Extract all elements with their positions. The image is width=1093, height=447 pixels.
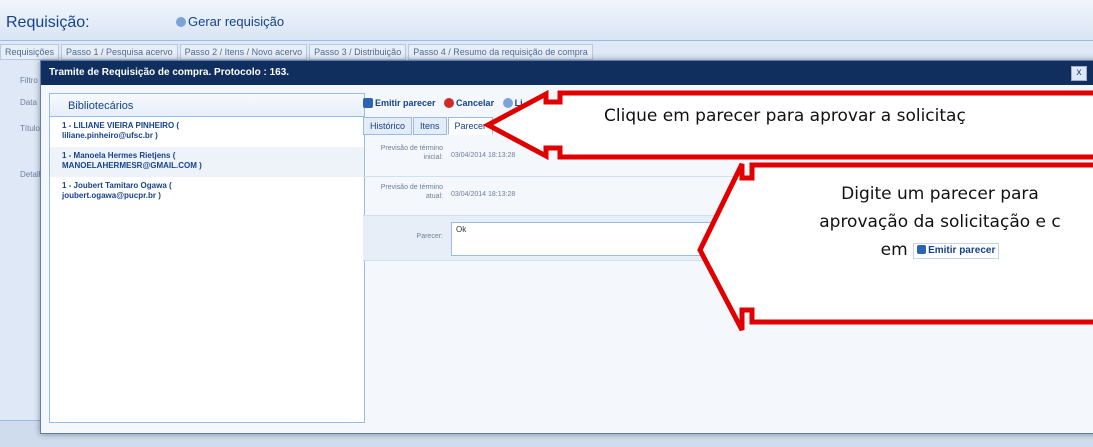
- info-icon: [917, 245, 927, 254]
- callout-2-line-2: aprovação da solicitação e c: [819, 212, 1061, 232]
- callout-2-line-1: Digite um parecer para: [841, 184, 1039, 204]
- callout-text-1: Clique em parecer para aprovar a solicit…: [604, 106, 966, 126]
- callout-2-em: em: [880, 240, 908, 260]
- callout-2-line-3: em Emitir parecer: [760, 236, 1093, 264]
- emitir-parecer-illustration: Emitir parecer: [913, 243, 1000, 259]
- mini-button-label: Emitir parecer: [928, 245, 996, 256]
- callout-text-2: Digite um parecer para aprovação da soli…: [760, 180, 1093, 264]
